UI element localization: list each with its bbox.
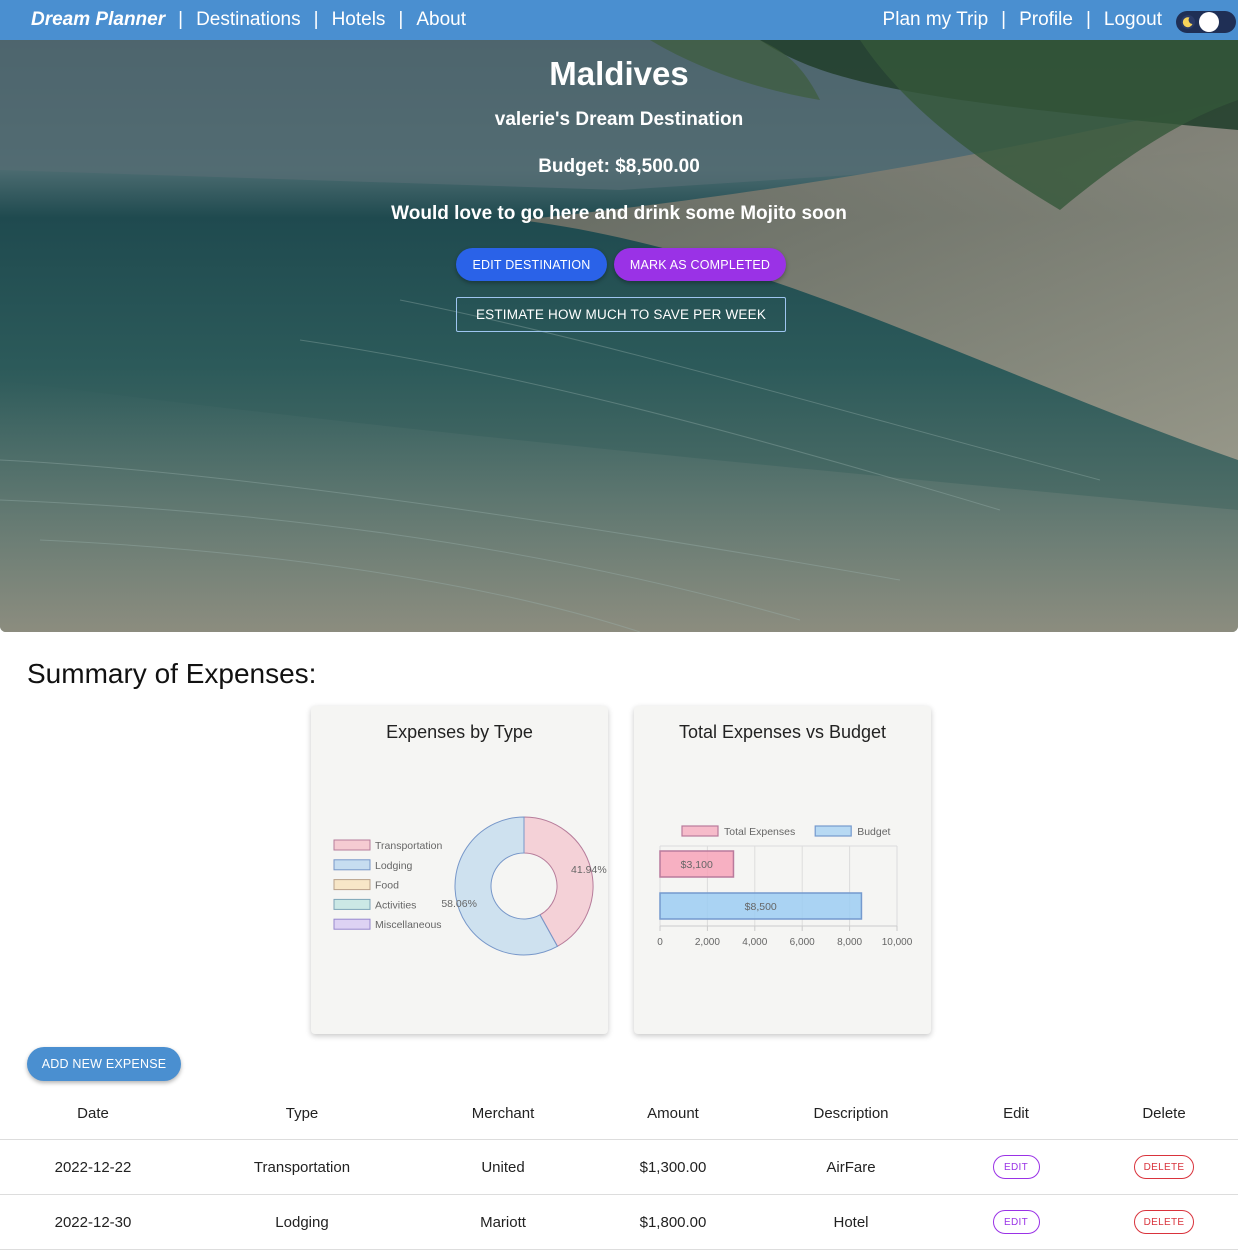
top-navbar: Dream Planner | Destinations | Hotels | … bbox=[0, 0, 1238, 40]
header-merchant: Merchant bbox=[471, 1104, 535, 1122]
moon-icon bbox=[1181, 15, 1195, 29]
cell-amount: $1,300.00 bbox=[639, 1158, 707, 1176]
x-tick-label: 8,000 bbox=[837, 937, 862, 948]
header-edit: Edit bbox=[1003, 1104, 1029, 1122]
mark-completed-button[interactable]: MARK AS COMPLETED bbox=[614, 248, 786, 281]
destination-title: Maldives bbox=[549, 55, 689, 92]
toggle-knob bbox=[1199, 12, 1219, 32]
destination-budget: Budget: $8,500.00 bbox=[538, 156, 700, 177]
legend-swatch bbox=[814, 825, 852, 837]
legend-swatch bbox=[333, 918, 371, 930]
table-row: 2022-12-30 Lodging Mariott $1,800.00 Hot… bbox=[0, 1195, 1238, 1250]
nav-left-group: Dream Planner | Destinations | Hotels | … bbox=[31, 0, 466, 40]
destination-note: Would love to go here and drink some Moj… bbox=[391, 203, 847, 224]
table-header-row: Date Type Merchant Amount Description Ed… bbox=[0, 1093, 1238, 1140]
edit-expense-button[interactable]: EDIT bbox=[992, 1210, 1040, 1234]
edit-destination-button[interactable]: EDIT DESTINATION bbox=[456, 248, 607, 281]
header-date: Date bbox=[77, 1104, 109, 1122]
header-description: Description bbox=[813, 1104, 889, 1122]
nav-link-plan-my-trip[interactable]: Plan my Trip bbox=[883, 9, 989, 31]
header-delete: Delete bbox=[1142, 1104, 1186, 1122]
destination-owner: valerie's Dream Destination bbox=[494, 109, 744, 130]
x-tick-label: 2,000 bbox=[695, 937, 720, 948]
header-amount: Amount bbox=[647, 1104, 699, 1122]
nav-link-about[interactable]: About bbox=[416, 9, 466, 31]
pie-value-label: 58.06% bbox=[441, 898, 477, 910]
legend-label: Activities bbox=[375, 899, 416, 911]
edit-expense-button[interactable]: EDIT bbox=[992, 1155, 1040, 1179]
header-type: Type bbox=[285, 1104, 319, 1122]
theme-toggle[interactable] bbox=[1176, 11, 1236, 33]
legend-label: Transportation bbox=[375, 840, 442, 852]
cell-edit: EDIT bbox=[944, 1195, 1088, 1249]
nav-right-group: Plan my Trip | Profile | Logout bbox=[883, 0, 1162, 40]
cell-delete: DELETE bbox=[1088, 1195, 1238, 1249]
nav-link-profile[interactable]: Profile bbox=[1019, 9, 1073, 31]
x-tick-label: 0 bbox=[657, 937, 663, 948]
pie-value-label: 41.94% bbox=[571, 864, 607, 876]
estimate-savings-button[interactable]: ESTIMATE HOW MUCH TO SAVE PER WEEK bbox=[456, 297, 786, 332]
cell-description: Hotel bbox=[833, 1213, 869, 1231]
cell-description: AirFare bbox=[826, 1158, 876, 1176]
expenses-vs-budget-card: Total Expenses vs Budget Total Expenses B… bbox=[634, 706, 931, 1034]
table-row: 2022-12-22 Transportation United $1,300.… bbox=[0, 1140, 1238, 1195]
cell-date: 2022-12-30 bbox=[54, 1213, 132, 1231]
hero-banner: Maldives valerie's Dream Destination Bud… bbox=[0, 40, 1238, 632]
legend-swatch bbox=[333, 859, 371, 871]
expenses-table: Date Type Merchant Amount Description Ed… bbox=[0, 1093, 1238, 1250]
nav-link-destinations[interactable]: Destinations bbox=[196, 9, 301, 31]
nav-link-logout[interactable]: Logout bbox=[1104, 9, 1162, 31]
cell-date: 2022-12-22 bbox=[54, 1158, 132, 1176]
cell-merchant: United bbox=[481, 1158, 525, 1176]
cell-amount: $1,800.00 bbox=[639, 1213, 707, 1231]
summary-heading: Summary of Expenses: bbox=[27, 658, 317, 689]
cell-edit: EDIT bbox=[944, 1140, 1088, 1194]
legend-label: Miscellaneous bbox=[375, 919, 442, 931]
cell-delete: DELETE bbox=[1088, 1140, 1238, 1194]
nav-link-hotels[interactable]: Hotels bbox=[332, 9, 386, 31]
expenses-by-type-chart: Transportation Lodging Food Activities Misce… bbox=[333, 816, 607, 956]
cell-type: Transportation bbox=[253, 1158, 351, 1176]
expenses-vs-budget-chart: Total Expenses Budget 0 2,000 4,000 6,000 8,00… bbox=[657, 825, 913, 948]
bar-value-label: $3,100 bbox=[681, 859, 713, 871]
legend-label: Total Expenses bbox=[724, 826, 795, 838]
nav-separator: | bbox=[398, 9, 404, 30]
legend-swatch bbox=[681, 825, 719, 837]
nav-separator: | bbox=[1001, 9, 1007, 30]
nav-separator: | bbox=[178, 9, 184, 30]
nav-separator: | bbox=[1085, 9, 1091, 30]
delete-expense-button[interactable]: DELETE bbox=[1134, 1155, 1194, 1179]
legend-swatch bbox=[333, 898, 371, 910]
legend-label: Lodging bbox=[375, 860, 413, 872]
x-tick-label: 10,000 bbox=[882, 937, 913, 948]
delete-expense-button[interactable]: DELETE bbox=[1134, 1210, 1194, 1234]
legend-swatch bbox=[333, 879, 371, 891]
legend-swatch bbox=[333, 839, 371, 851]
nav-separator: | bbox=[313, 9, 319, 30]
cell-type: Lodging bbox=[275, 1213, 329, 1231]
expenses-by-type-card: Expenses by Type Transportation Lodging Fo… bbox=[311, 706, 608, 1034]
bar-value-label: $8,500 bbox=[745, 901, 777, 913]
add-new-expense-button[interactable]: ADD NEW EXPENSE bbox=[27, 1047, 181, 1081]
brand-link[interactable]: Dream Planner bbox=[31, 9, 165, 31]
legend-label: Budget bbox=[857, 826, 890, 838]
cell-merchant: Mariott bbox=[480, 1213, 526, 1231]
legend-label: Food bbox=[375, 880, 399, 892]
x-tick-label: 6,000 bbox=[790, 937, 815, 948]
x-tick-label: 4,000 bbox=[742, 937, 767, 948]
